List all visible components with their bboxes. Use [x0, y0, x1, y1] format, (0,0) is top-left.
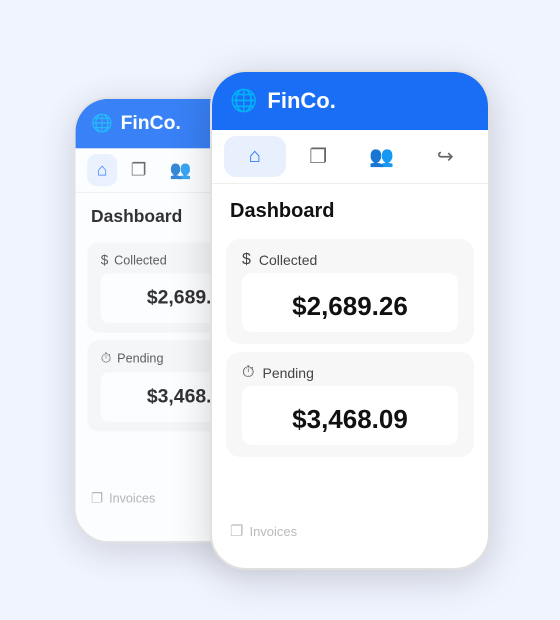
- front-home-icon: ⌂: [249, 145, 261, 168]
- front-documents-icon: ❐: [309, 144, 327, 169]
- front-logout-icon: ↪: [437, 144, 454, 169]
- back-invoices-label: ❐ Invoices: [76, 474, 171, 522]
- back-invoices-text: Invoices: [109, 491, 155, 506]
- front-collected-value: $2,689.26: [246, 277, 454, 328]
- front-brand-name: FinCo.: [267, 88, 335, 114]
- phone-front: 🌐 FinCo. ⌂ ❐ 👥 ↪ Dashboard $ Collected: [210, 70, 490, 570]
- front-nav-home[interactable]: ⌂: [224, 136, 286, 177]
- front-pending-value: $3,468.09: [246, 390, 454, 441]
- front-clock-icon: ⏱: [242, 364, 254, 382]
- front-phone-header: 🌐 FinCo.: [212, 72, 488, 130]
- scene: 🌐 FinCo. ⌂ ❐ 👥 Dashboard $ Collected $2,…: [70, 30, 490, 590]
- front-invoices-label: ❐ Invoices: [212, 504, 315, 558]
- front-collected-label: $ Collected: [242, 251, 458, 269]
- front-dollar-icon: $: [242, 251, 251, 269]
- front-nav-users[interactable]: 👥: [351, 136, 413, 177]
- back-documents-icon: ❐: [131, 160, 147, 180]
- front-users-icon: 👥: [369, 144, 394, 169]
- front-invoices-text: Invoices: [249, 524, 297, 539]
- back-clock-icon: ⏱: [101, 350, 112, 366]
- back-dollar-icon: $: [101, 252, 109, 268]
- back-brand-name: FinCo.: [121, 112, 181, 134]
- back-collected-text: Collected: [114, 253, 167, 268]
- back-invoices-icon: ❐: [91, 490, 103, 506]
- front-invoices-icon: ❐: [230, 522, 243, 540]
- back-nav-documents[interactable]: ❐: [121, 154, 156, 186]
- back-nav-home[interactable]: ⌂: [87, 154, 117, 186]
- back-logo-icon: 🌐: [91, 113, 113, 133]
- back-users-icon: 👥: [170, 160, 192, 180]
- front-collected-text: Collected: [259, 252, 317, 268]
- front-collected-card: $ Collected $2,689.26: [226, 239, 474, 344]
- back-pending-text: Pending: [117, 351, 163, 366]
- front-nav-bar: ⌂ ❐ 👥 ↪: [212, 130, 488, 184]
- front-nav-logout[interactable]: ↪: [415, 136, 477, 177]
- front-page-title: Dashboard: [212, 184, 488, 231]
- back-home-icon: ⌂: [97, 160, 108, 180]
- front-pending-label: ⏱ Pending: [242, 364, 458, 382]
- front-pending-card: ⏱ Pending $3,468.09: [226, 352, 474, 457]
- front-nav-documents[interactable]: ❐: [288, 136, 350, 177]
- back-nav-users[interactable]: 👥: [160, 154, 201, 186]
- front-logo-icon: 🌐: [230, 88, 257, 114]
- front-pending-text: Pending: [262, 365, 313, 381]
